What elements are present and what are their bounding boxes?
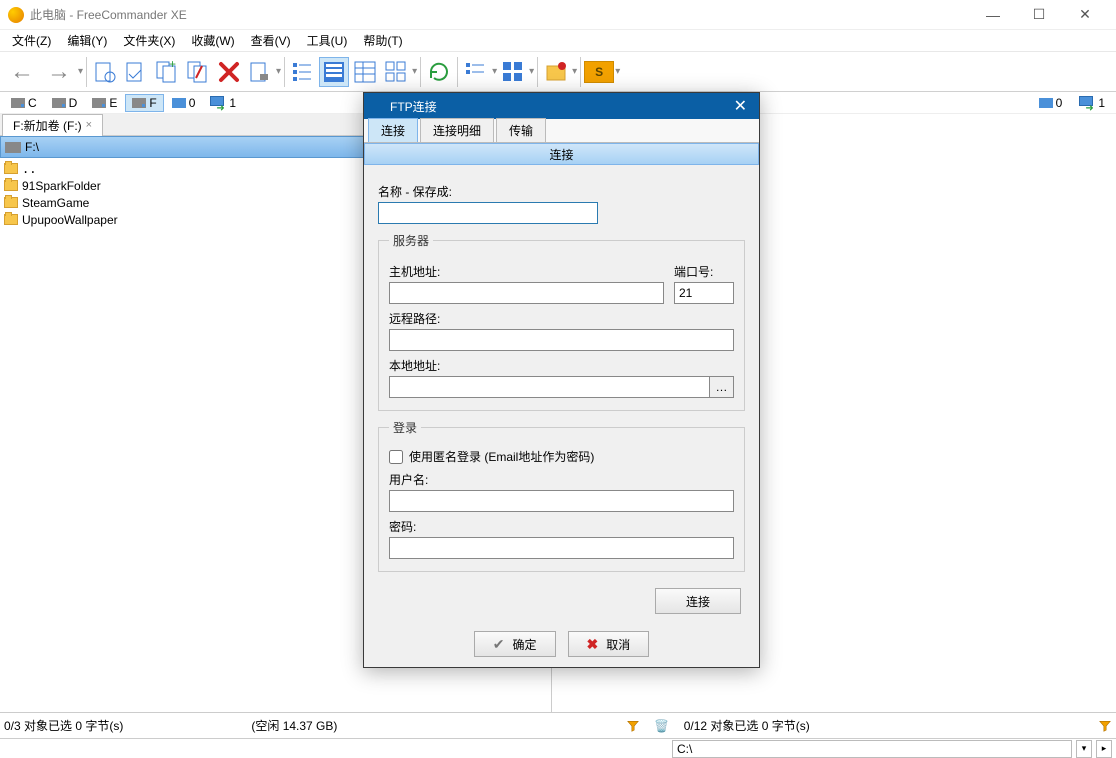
app-icon — [8, 7, 24, 23]
filter-icon-right[interactable] — [1098, 719, 1112, 733]
left-status-free: (空闲 14.37 GB) — [251, 717, 337, 734]
nav-back-button[interactable]: ← — [4, 58, 40, 86]
nav-forward-button[interactable]: → — [41, 58, 77, 86]
tab-transfer[interactable]: 传输 — [496, 118, 546, 142]
view-list-icon[interactable] — [350, 57, 380, 87]
local-path-input[interactable] — [389, 376, 710, 398]
remote-label: 远程路径: — [389, 310, 734, 327]
recycle-bin-icon[interactable]: 🗑️ — [648, 712, 676, 740]
server-legend: 服务器 — [389, 232, 433, 249]
remote-path-input[interactable] — [389, 329, 734, 351]
menu-tools[interactable]: 工具(U) — [299, 30, 356, 51]
main-toolbar: ← → ▾ + ▾ ▾ ▾ ▾ ▾ S ▾ — [0, 52, 1116, 92]
menu-fav[interactable]: 收藏(W) — [183, 30, 242, 51]
host-input[interactable] — [389, 282, 664, 304]
folder-icon — [4, 197, 18, 208]
username-input[interactable] — [389, 490, 734, 512]
local-label: 本地地址: — [389, 357, 734, 374]
dialog-titlebar[interactable]: FTP连接 ✕ — [364, 93, 759, 119]
drive-remote-left[interactable]: 1 — [203, 94, 243, 112]
menu-edit[interactable]: 编辑(Y) — [59, 30, 115, 51]
name-input[interactable] — [378, 202, 598, 224]
filter-icon[interactable] — [626, 719, 640, 733]
toolbar-btn-tiles[interactable] — [498, 57, 528, 87]
window-title: 此电脑 - FreeCommander XE — [30, 6, 187, 23]
drive-d[interactable]: D — [45, 94, 85, 112]
cancel-button[interactable]: ✖取消 — [568, 631, 650, 657]
menu-file[interactable]: 文件(Z) — [4, 30, 59, 51]
drive-remote-right[interactable]: 1 — [1072, 94, 1112, 112]
folder-icon — [4, 214, 18, 225]
dialog-icon — [370, 99, 384, 113]
x-icon: ✖ — [587, 636, 599, 653]
name-label: 名称 - 保存成: — [378, 183, 745, 200]
folder-icon — [4, 163, 18, 174]
anonymous-label: 使用匿名登录 (Email地址作为密码) — [409, 448, 594, 465]
login-legend: 登录 — [389, 419, 421, 436]
left-status-selection: 0/3 对象已选 0 字节(s) — [4, 717, 123, 734]
ftp-dialog: FTP连接 ✕ 连接 连接明细 传输 连接 名称 - 保存成: 服务器 主机地址… — [363, 92, 760, 668]
right-status-selection: 0/12 对象已选 0 字节(s) — [684, 717, 810, 734]
toolbar-btn-fav[interactable] — [541, 57, 571, 87]
toolbar-btn-2[interactable] — [121, 57, 151, 87]
dialog-tabs: 连接 连接明细 传输 — [364, 119, 759, 143]
toolbar-btn-4[interactable] — [183, 57, 213, 87]
svg-text:+: + — [169, 60, 176, 71]
check-icon: ✔ — [493, 636, 505, 653]
cmd-dropdown[interactable]: ▾ — [1076, 740, 1092, 758]
drive-c[interactable]: C — [4, 94, 44, 112]
password-input[interactable] — [389, 537, 734, 559]
minimize-button[interactable]: — — [970, 0, 1016, 30]
view-tree-icon[interactable] — [288, 57, 318, 87]
maximize-button[interactable]: ☐ — [1016, 0, 1062, 30]
menu-bar: 文件(Z) 编辑(Y) 文件夹(X) 收藏(W) 查看(V) 工具(U) 帮助(… — [0, 30, 1116, 52]
toolbar-btn-s[interactable]: S — [584, 61, 614, 83]
connect-button[interactable]: 连接 — [655, 588, 741, 614]
status-bar: 0/3 对象已选 0 字节(s) (空闲 14.37 GB) 🗑️ 0/12 对… — [0, 712, 1116, 738]
username-label: 用户名: — [389, 471, 734, 488]
refresh-icon[interactable] — [424, 57, 454, 87]
tab-close-icon[interactable]: × — [86, 119, 92, 131]
left-tab[interactable]: F:新加卷 (F:) × — [2, 114, 103, 136]
folder-icon — [4, 180, 18, 191]
port-input[interactable] — [674, 282, 734, 304]
toolbar-btn-1[interactable] — [90, 57, 120, 87]
drive-e[interactable]: E — [85, 94, 124, 112]
command-path[interactable]: C:\ — [672, 740, 1072, 758]
window-titlebar: 此电脑 - FreeCommander XE — ☐ ✕ — [0, 0, 1116, 30]
close-button[interactable]: ✕ — [1062, 0, 1108, 30]
menu-folder[interactable]: 文件夹(X) — [115, 30, 183, 51]
browse-button[interactable]: … — [710, 376, 734, 398]
ok-button[interactable]: ✔确定 — [474, 631, 556, 657]
drive-net-left[interactable]: 0 — [165, 94, 203, 112]
tab-label: F:新加卷 (F:) — [13, 117, 82, 134]
password-label: 密码: — [389, 518, 734, 535]
menu-view[interactable]: 查看(V) — [243, 30, 299, 51]
host-label: 主机地址: — [389, 263, 664, 280]
tab-connection-detail[interactable]: 连接明细 — [420, 118, 494, 142]
section-header: 连接 — [364, 143, 759, 165]
left-path: F:\ — [25, 140, 39, 154]
view-thumbs-icon[interactable] — [381, 57, 411, 87]
menu-help[interactable]: 帮助(T) — [355, 30, 410, 51]
toolbar-btn-3[interactable]: + — [152, 57, 182, 87]
dialog-close-icon[interactable]: ✕ — [728, 96, 753, 116]
drive-icon — [5, 142, 21, 153]
port-label: 端口号: — [674, 263, 734, 280]
command-bar: C:\ ▾ ▸ — [0, 738, 1116, 758]
cmd-run[interactable]: ▸ — [1096, 740, 1112, 758]
toolbar-btn-list[interactable] — [461, 57, 491, 87]
tab-connection[interactable]: 连接 — [368, 118, 418, 142]
drive-net-right[interactable]: 0 — [1032, 94, 1070, 112]
view-details-icon[interactable] — [319, 57, 349, 87]
drive-f[interactable]: F — [125, 94, 163, 112]
toolbar-delete[interactable] — [214, 57, 244, 87]
toolbar-btn-6[interactable] — [245, 57, 275, 87]
dialog-title: FTP连接 — [390, 98, 437, 115]
anonymous-checkbox[interactable] — [389, 450, 403, 464]
server-fieldset: 服务器 主机地址: 端口号: 远程路径: 本地地址: … — [378, 232, 745, 411]
login-fieldset: 登录 使用匿名登录 (Email地址作为密码) 用户名: 密码: — [378, 419, 745, 572]
